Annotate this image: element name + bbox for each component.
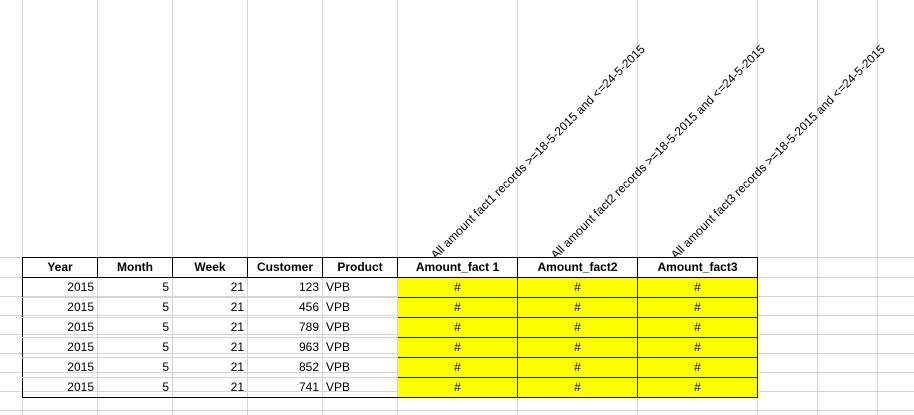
header-row: Year Month Week Customer Product Amount_… <box>22 257 758 278</box>
header-amount-fact1[interactable]: Amount_fact 1 <box>397 257 518 278</box>
cell-year[interactable]: 2015 <box>22 317 98 338</box>
cell-week[interactable]: 21 <box>172 337 248 358</box>
header-product[interactable]: Product <box>322 257 398 278</box>
cell-year[interactable]: 2015 <box>22 337 98 358</box>
cell-product[interactable]: VPB <box>322 377 398 398</box>
cell-customer[interactable]: 456 <box>247 297 323 318</box>
cell-month[interactable]: 5 <box>97 317 173 338</box>
cell-amount-fact1[interactable]: # <box>397 277 518 298</box>
diagonal-header-fact2[interactable]: All amount fact2 records >=18-5-2015 and… <box>548 42 768 262</box>
cell-week[interactable]: 21 <box>172 377 248 398</box>
cell-product[interactable]: VPB <box>322 357 398 378</box>
header-month[interactable]: Month <box>97 257 173 278</box>
data-table: Year Month Week Customer Product Amount_… <box>22 257 758 398</box>
header-customer[interactable]: Customer <box>247 257 323 278</box>
cell-amount-fact2[interactable]: # <box>517 277 638 298</box>
cell-month[interactable]: 5 <box>97 297 173 318</box>
cell-amount-fact1[interactable]: # <box>397 317 518 338</box>
cell-year[interactable]: 2015 <box>22 377 98 398</box>
diagonal-header-fact1[interactable]: All amount fact1 records >=18-5-2015 and… <box>428 42 648 262</box>
table-row: 2015 5 21 852 VPB # # # <box>22 357 758 378</box>
spreadsheet-area[interactable]: All amount fact1 records >=18-5-2015 and… <box>0 0 914 415</box>
diagonal-header-fact3[interactable]: All amount fact3 records >=18-5-2015 and… <box>668 42 888 262</box>
header-year[interactable]: Year <box>22 257 98 278</box>
cell-product[interactable]: VPB <box>322 277 398 298</box>
cell-amount-fact3[interactable]: # <box>637 317 758 338</box>
table-row: 2015 5 21 741 VPB # # # <box>22 377 758 398</box>
table-row: 2015 5 21 789 VPB # # # <box>22 317 758 338</box>
cell-product[interactable]: VPB <box>322 297 398 318</box>
cell-week[interactable]: 21 <box>172 277 248 298</box>
cell-amount-fact3[interactable]: # <box>637 357 758 378</box>
cell-amount-fact2[interactable]: # <box>517 357 638 378</box>
table-row: 2015 5 21 963 VPB # # # <box>22 337 758 358</box>
cell-week[interactable]: 21 <box>172 297 248 318</box>
cell-month[interactable]: 5 <box>97 377 173 398</box>
cell-week[interactable]: 21 <box>172 357 248 378</box>
cell-year[interactable]: 2015 <box>22 357 98 378</box>
header-week[interactable]: Week <box>172 257 248 278</box>
cell-customer[interactable]: 741 <box>247 377 323 398</box>
cell-customer[interactable]: 963 <box>247 337 323 358</box>
cell-amount-fact2[interactable]: # <box>517 317 638 338</box>
row-gridline <box>0 410 914 411</box>
cell-amount-fact3[interactable]: # <box>637 377 758 398</box>
cell-amount-fact3[interactable]: # <box>637 337 758 358</box>
cell-amount-fact1[interactable]: # <box>397 297 518 318</box>
cell-customer[interactable]: 123 <box>247 277 323 298</box>
cell-amount-fact1[interactable]: # <box>397 357 518 378</box>
cell-amount-fact2[interactable]: # <box>517 297 638 318</box>
cell-month[interactable]: 5 <box>97 277 173 298</box>
header-amount-fact3[interactable]: Amount_fact3 <box>637 257 758 278</box>
cell-week[interactable]: 21 <box>172 317 248 338</box>
cell-month[interactable]: 5 <box>97 337 173 358</box>
cell-amount-fact2[interactable]: # <box>517 337 638 358</box>
header-amount-fact2[interactable]: Amount_fact2 <box>517 257 638 278</box>
cell-customer[interactable]: 852 <box>247 357 323 378</box>
cell-product[interactable]: VPB <box>322 337 398 358</box>
table-row: 2015 5 21 123 VPB # # # <box>22 277 758 298</box>
table-row: 2015 5 21 456 VPB # # # <box>22 297 758 318</box>
cell-year[interactable]: 2015 <box>22 297 98 318</box>
cell-amount-fact2[interactable]: # <box>517 377 638 398</box>
cell-amount-fact3[interactable]: # <box>637 277 758 298</box>
cell-customer[interactable]: 789 <box>247 317 323 338</box>
cell-amount-fact3[interactable]: # <box>637 297 758 318</box>
cell-product[interactable]: VPB <box>322 317 398 338</box>
cell-year[interactable]: 2015 <box>22 277 98 298</box>
cell-month[interactable]: 5 <box>97 357 173 378</box>
cell-amount-fact1[interactable]: # <box>397 377 518 398</box>
cell-amount-fact1[interactable]: # <box>397 337 518 358</box>
